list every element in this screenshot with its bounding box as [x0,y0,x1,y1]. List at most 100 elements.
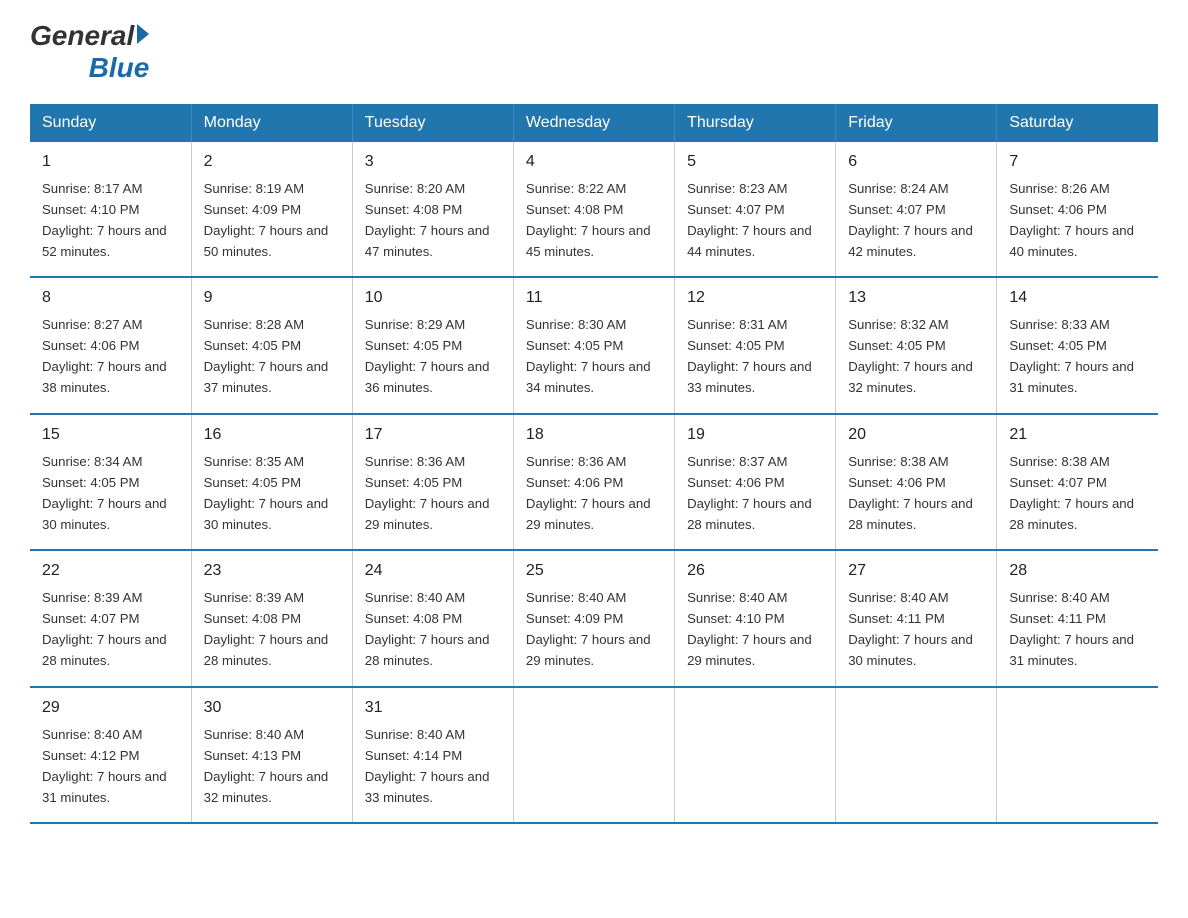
day-number: 18 [526,423,662,448]
day-detail: Sunrise: 8:37 AMSunset: 4:06 PMDaylight:… [687,454,812,532]
page-header: General Blue [30,20,1158,84]
calendar-cell: 15Sunrise: 8:34 AMSunset: 4:05 PMDayligh… [30,414,191,550]
day-detail: Sunrise: 8:23 AMSunset: 4:07 PMDaylight:… [687,181,812,259]
calendar-cell [836,687,997,823]
day-number: 24 [365,559,501,584]
calendar-cell: 29 Sunrise: 8:40 AMSunset: 4:12 PMDayligh… [30,687,191,823]
day-number: 28 [1009,559,1146,584]
week-row-3: 15Sunrise: 8:34 AMSunset: 4:05 PMDayligh… [30,414,1158,550]
day-detail: Sunrise: 8:40 AMSunset: 4:12 PMDaylight:… [42,727,167,805]
day-number: 26 [687,559,823,584]
day-number: 19 [687,423,823,448]
day-detail: Sunrise: 8:38 AMSunset: 4:06 PMDaylight:… [848,454,973,532]
day-number: 17 [365,423,501,448]
calendar-cell: 31Sunrise: 8:40 AMSunset: 4:14 PMDayligh… [352,687,513,823]
logo-general-text: General [30,20,134,52]
calendar-cell: 16 Sunrise: 8:35 AMSunset: 4:05 PMDayligh… [191,414,352,550]
day-detail: Sunrise: 8:38 AMSunset: 4:07 PMDaylight:… [1009,454,1134,532]
calendar-cell: 30 Sunrise: 8:40 AMSunset: 4:13 PMDayligh… [191,687,352,823]
day-detail: Sunrise: 8:39 AMSunset: 4:08 PMDaylight:… [204,590,329,668]
day-detail: Sunrise: 8:40 AMSunset: 4:10 PMDaylight:… [687,590,812,668]
calendar-cell: 11 Sunrise: 8:30 AMSunset: 4:05 PMDayligh… [513,277,674,413]
day-number: 23 [204,559,340,584]
calendar-table: SundayMondayTuesdayWednesdayThursdayFrid… [30,104,1158,824]
calendar-cell: 17Sunrise: 8:36 AMSunset: 4:05 PMDayligh… [352,414,513,550]
day-detail: Sunrise: 8:40 AMSunset: 4:13 PMDaylight:… [204,727,329,805]
calendar-header-row: SundayMondayTuesdayWednesdayThursdayFrid… [30,104,1158,142]
calendar-cell: 28 Sunrise: 8:40 AMSunset: 4:11 PMDayligh… [997,550,1158,686]
day-detail: Sunrise: 8:28 AMSunset: 4:05 PMDaylight:… [204,317,329,395]
header-monday: Monday [191,104,352,142]
day-number: 8 [42,286,179,311]
day-detail: Sunrise: 8:29 AMSunset: 4:05 PMDaylight:… [365,317,490,395]
header-thursday: Thursday [675,104,836,142]
day-detail: Sunrise: 8:24 AMSunset: 4:07 PMDaylight:… [848,181,973,259]
week-row-2: 8 Sunrise: 8:27 AMSunset: 4:06 PMDaylight… [30,277,1158,413]
day-number: 16 [204,423,340,448]
calendar-cell: 20 Sunrise: 8:38 AMSunset: 4:06 PMDayligh… [836,414,997,550]
calendar-cell: 3Sunrise: 8:20 AMSunset: 4:08 PMDaylight… [352,142,513,277]
calendar-cell: 8 Sunrise: 8:27 AMSunset: 4:06 PMDaylight… [30,277,191,413]
day-number: 30 [204,696,340,721]
calendar-cell: 27 Sunrise: 8:40 AMSunset: 4:11 PMDayligh… [836,550,997,686]
calendar-cell: 1 Sunrise: 8:17 AMSunset: 4:10 PMDaylight… [30,142,191,277]
day-number: 22 [42,559,179,584]
day-number: 15 [42,423,179,448]
day-number: 20 [848,423,984,448]
day-detail: Sunrise: 8:30 AMSunset: 4:05 PMDaylight:… [526,317,651,395]
logo: General Blue [30,20,149,84]
day-detail: Sunrise: 8:40 AMSunset: 4:09 PMDaylight:… [526,590,651,668]
week-row-4: 22 Sunrise: 8:39 AMSunset: 4:07 PMDayligh… [30,550,1158,686]
week-row-5: 29 Sunrise: 8:40 AMSunset: 4:12 PMDayligh… [30,687,1158,823]
day-number: 27 [848,559,984,584]
day-detail: Sunrise: 8:20 AMSunset: 4:08 PMDaylight:… [365,181,490,259]
day-number: 1 [42,150,179,175]
calendar-cell: 13Sunrise: 8:32 AMSunset: 4:05 PMDayligh… [836,277,997,413]
day-detail: Sunrise: 8:40 AMSunset: 4:11 PMDaylight:… [848,590,973,668]
day-detail: Sunrise: 8:31 AMSunset: 4:05 PMDaylight:… [687,317,812,395]
day-number: 7 [1009,150,1146,175]
logo-arrow-icon [137,24,149,44]
day-detail: Sunrise: 8:27 AMSunset: 4:06 PMDaylight:… [42,317,167,395]
day-number: 5 [687,150,823,175]
day-detail: Sunrise: 8:39 AMSunset: 4:07 PMDaylight:… [42,590,167,668]
day-detail: Sunrise: 8:35 AMSunset: 4:05 PMDaylight:… [204,454,329,532]
calendar-cell: 18Sunrise: 8:36 AMSunset: 4:06 PMDayligh… [513,414,674,550]
day-number: 4 [526,150,662,175]
day-number: 11 [526,286,662,311]
day-number: 29 [42,696,179,721]
calendar-cell: 19 Sunrise: 8:37 AMSunset: 4:06 PMDayligh… [675,414,836,550]
day-number: 31 [365,696,501,721]
week-row-1: 1 Sunrise: 8:17 AMSunset: 4:10 PMDaylight… [30,142,1158,277]
day-detail: Sunrise: 8:26 AMSunset: 4:06 PMDaylight:… [1009,181,1134,259]
day-detail: Sunrise: 8:32 AMSunset: 4:05 PMDaylight:… [848,317,973,395]
day-detail: Sunrise: 8:40 AMSunset: 4:11 PMDaylight:… [1009,590,1134,668]
calendar-cell [675,687,836,823]
header-wednesday: Wednesday [513,104,674,142]
calendar-cell: 7 Sunrise: 8:26 AMSunset: 4:06 PMDaylight… [997,142,1158,277]
day-detail: Sunrise: 8:33 AMSunset: 4:05 PMDaylight:… [1009,317,1134,395]
calendar-cell: 21Sunrise: 8:38 AMSunset: 4:07 PMDayligh… [997,414,1158,550]
calendar-cell: 22 Sunrise: 8:39 AMSunset: 4:07 PMDayligh… [30,550,191,686]
day-number: 14 [1009,286,1146,311]
header-saturday: Saturday [997,104,1158,142]
day-number: 12 [687,286,823,311]
day-detail: Sunrise: 8:19 AMSunset: 4:09 PMDaylight:… [204,181,329,259]
calendar-cell: 5 Sunrise: 8:23 AMSunset: 4:07 PMDaylight… [675,142,836,277]
day-detail: Sunrise: 8:17 AMSunset: 4:10 PMDaylight:… [42,181,167,259]
day-number: 25 [526,559,662,584]
calendar-cell: 25 Sunrise: 8:40 AMSunset: 4:09 PMDayligh… [513,550,674,686]
calendar-cell: 2 Sunrise: 8:19 AMSunset: 4:09 PMDaylight… [191,142,352,277]
day-number: 2 [204,150,340,175]
calendar-cell: 4 Sunrise: 8:22 AMSunset: 4:08 PMDaylight… [513,142,674,277]
day-detail: Sunrise: 8:22 AMSunset: 4:08 PMDaylight:… [526,181,651,259]
calendar-cell: 23 Sunrise: 8:39 AMSunset: 4:08 PMDayligh… [191,550,352,686]
day-number: 6 [848,150,984,175]
header-sunday: Sunday [30,104,191,142]
calendar-cell: 26 Sunrise: 8:40 AMSunset: 4:10 PMDayligh… [675,550,836,686]
day-detail: Sunrise: 8:40 AMSunset: 4:08 PMDaylight:… [365,590,490,668]
logo-blue-text: Blue [89,52,150,84]
calendar-cell: 6 Sunrise: 8:24 AMSunset: 4:07 PMDaylight… [836,142,997,277]
day-number: 10 [365,286,501,311]
calendar-cell [513,687,674,823]
